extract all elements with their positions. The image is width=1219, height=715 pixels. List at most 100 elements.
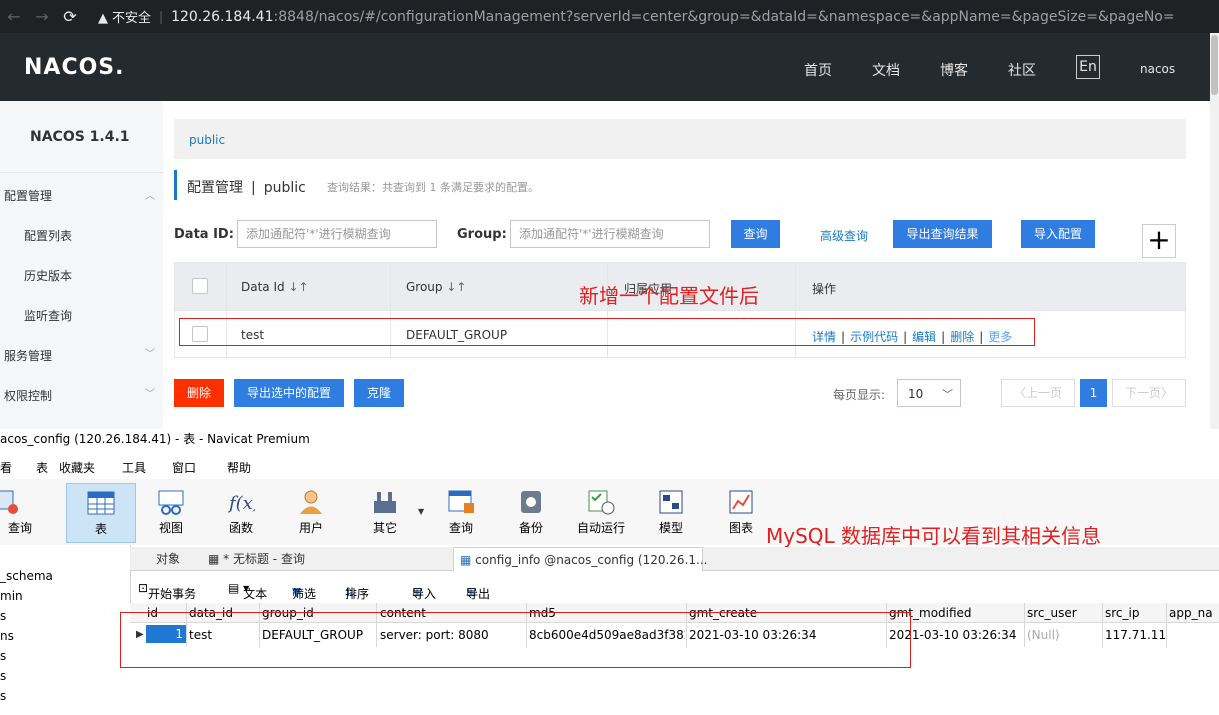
menu-window[interactable]: 窗口 [172,459,196,476]
sidebar-group-config[interactable]: 配置管理 [4,187,52,204]
function-icon: f(x) [227,493,255,514]
tab-untitled-query[interactable]: ▦ * 无标题 - 查询 [202,547,452,571]
export-selected-button[interactable]: 导出选中的配置 [234,379,344,407]
tree-item[interactable]: ns [0,629,14,643]
advanced-query-link[interactable]: 高级查询 [820,227,868,244]
delete-button[interactable]: 删除 [174,379,224,407]
navicat-tabs: 对象 ▦ * 无标题 - 查询 ▦ config_info @nacos_con… [130,547,1219,571]
tree-item[interactable]: s [0,649,6,663]
toolbar-automation[interactable]: 自动运行 [566,483,636,543]
nacos-logo[interactable]: NACOS. [24,55,125,80]
text-button[interactable]: ▤ 文本 ▾ [228,581,267,601]
per-page-select[interactable]: 10 ﹀ [897,379,961,407]
user-menu[interactable]: nacos [1140,62,1175,76]
toolbar-model[interactable]: 模型 [636,483,706,543]
sidebar-item-history[interactable]: 历史版本 [24,267,72,284]
export-results-button[interactable]: 导出查询结果 [893,220,992,248]
col-header-dataid[interactable]: Data Id ↓↑ [241,280,309,294]
col-header-group[interactable]: Group ↓↑ [406,280,466,294]
tab-config-info[interactable]: ▦ config_info @nacos_config (120.26.1... [453,547,707,571]
query-table-icon [448,490,474,513]
language-toggle[interactable]: En [1076,55,1100,79]
scrollbar-thumb[interactable] [1211,35,1218,95]
tree-item[interactable]: _schema [0,569,53,583]
toolbar-query[interactable]: 查询 [426,483,496,543]
tab-objects[interactable]: 对象 [150,547,180,571]
col-src-ip[interactable]: src_ip [1105,606,1139,620]
annotation-mysql: MySQL 数据库中可以看到其相关信息 [766,524,1102,548]
query-tab-icon: ▦ [208,552,220,566]
select-all-checkbox[interactable] [192,278,208,294]
nav-docs[interactable]: 文档 [872,60,900,80]
navicat-window: acos_config (120.26.184.41) - 表 - Navica… [0,429,1219,715]
sidebar-item-listener[interactable]: 监听查询 [24,307,72,324]
nav-community[interactable]: 社区 [1008,60,1036,80]
reload-icon[interactable]: ⟳ [56,7,84,26]
toolbar-other[interactable]: 其它 [350,483,420,543]
dropdown-arrow-icon[interactable]: ▼ [418,507,424,516]
toolbar-table[interactable]: 表 [66,483,136,543]
menu-favorites[interactable]: 收藏夹 [59,459,95,476]
add-config-button[interactable]: + [1142,224,1176,258]
nacos-header: NACOS. 首页 文档 博客 社区 En nacos [0,33,1219,101]
page-title: 配置管理 | public [187,180,306,196]
prev-page-button[interactable]: 〈上一页 [1001,379,1075,407]
nav-blog[interactable]: 博客 [940,60,968,80]
tree-item[interactable]: s [0,669,6,683]
tree-item[interactable]: min [0,589,23,603]
col-src-user[interactable]: src_user [1027,606,1077,620]
cell-src-user[interactable]: (Null) [1027,628,1099,642]
view-icon [158,490,184,515]
page-scrollbar[interactable] [1210,33,1219,429]
chevron-left-icon: 〈 [1013,386,1026,400]
chevron-up-icon[interactable]: ︿ [145,187,155,202]
col-app-name[interactable]: app_na [1169,606,1213,620]
highlight-box-mysql-row [120,612,911,668]
navicat-object-tree: _schema min s ns s s s [0,569,130,715]
chevron-down-icon[interactable]: ﹀ [145,385,155,400]
group-input[interactable] [510,220,710,248]
back-icon[interactable]: ← [0,7,28,26]
sort-icon[interactable]: ↓↑ [288,280,308,294]
chevron-right-icon: 〉 [1161,386,1174,400]
toolbar-view[interactable]: 视图 [136,483,206,543]
begin-transaction-button[interactable]: ⊡ 开始事务 [138,581,196,601]
sidebar-divider [0,172,163,173]
namespace-bar: public [174,119,1186,159]
forward-icon[interactable]: → [28,7,56,26]
next-page-button[interactable]: 下一页〉 [1112,379,1186,407]
menu-help[interactable]: 帮助 [227,459,251,476]
toolbar-backup[interactable]: 备份 [496,483,566,543]
per-page-label: 每页显示: [833,388,886,402]
sort-icon[interactable]: ↓↑ [446,280,466,294]
page-1-button[interactable]: 1 [1080,379,1107,407]
menu-view[interactable]: 看 [0,459,12,476]
tree-item[interactable]: s [0,609,6,623]
tree-item[interactable]: s [0,689,6,703]
sidebar-group-service[interactable]: 服务管理 [4,347,52,364]
browser-address-bar: ← → ⟳ ▲ 不安全 | 120.26.184.41:8848/nacos/#/… [0,0,1219,33]
import-config-button[interactable]: 导入配置 [1021,220,1095,248]
url-field[interactable]: 120.26.184.41:8848/nacos/#/configuration… [171,9,1175,25]
navicat-subtoolbar: ⊡ 开始事务 ▤ 文本 ▾ ▼ 筛选 ⇅ 排序 ⊞ 导入 ⊞ 导出 [138,581,491,601]
warning-icon: ▲ [98,11,108,26]
dataid-input[interactable] [237,220,437,248]
chevron-down-icon[interactable]: ﹀ [145,345,155,360]
annotation-nacos: 新增一个配置文件后 [579,284,759,308]
toolbar-query-new[interactable]: 查询 [0,483,40,543]
toolbar-user[interactable]: 用户 [276,483,346,543]
svg-text:f(x): f(x) [227,493,255,514]
sidebar-group-auth[interactable]: 权限控制 [4,387,52,404]
query-icon [0,490,18,514]
cell-src-ip[interactable]: 117.71.111 [1105,628,1165,642]
toolbar-function[interactable]: f(x) 函数 [206,483,276,543]
chevron-down-icon: ﹀ [942,388,953,401]
menu-table[interactable]: 表 [36,459,48,476]
clone-button[interactable]: 克隆 [354,379,404,407]
sidebar-item-config-list[interactable]: 配置列表 [24,227,72,244]
namespace-link-public[interactable]: public [189,133,225,147]
menu-tools[interactable]: 工具 [122,459,146,476]
nav-home[interactable]: 首页 [804,60,832,80]
query-button[interactable]: 查询 [731,220,780,248]
insecure-indicator[interactable]: ▲ 不安全 [98,7,151,26]
